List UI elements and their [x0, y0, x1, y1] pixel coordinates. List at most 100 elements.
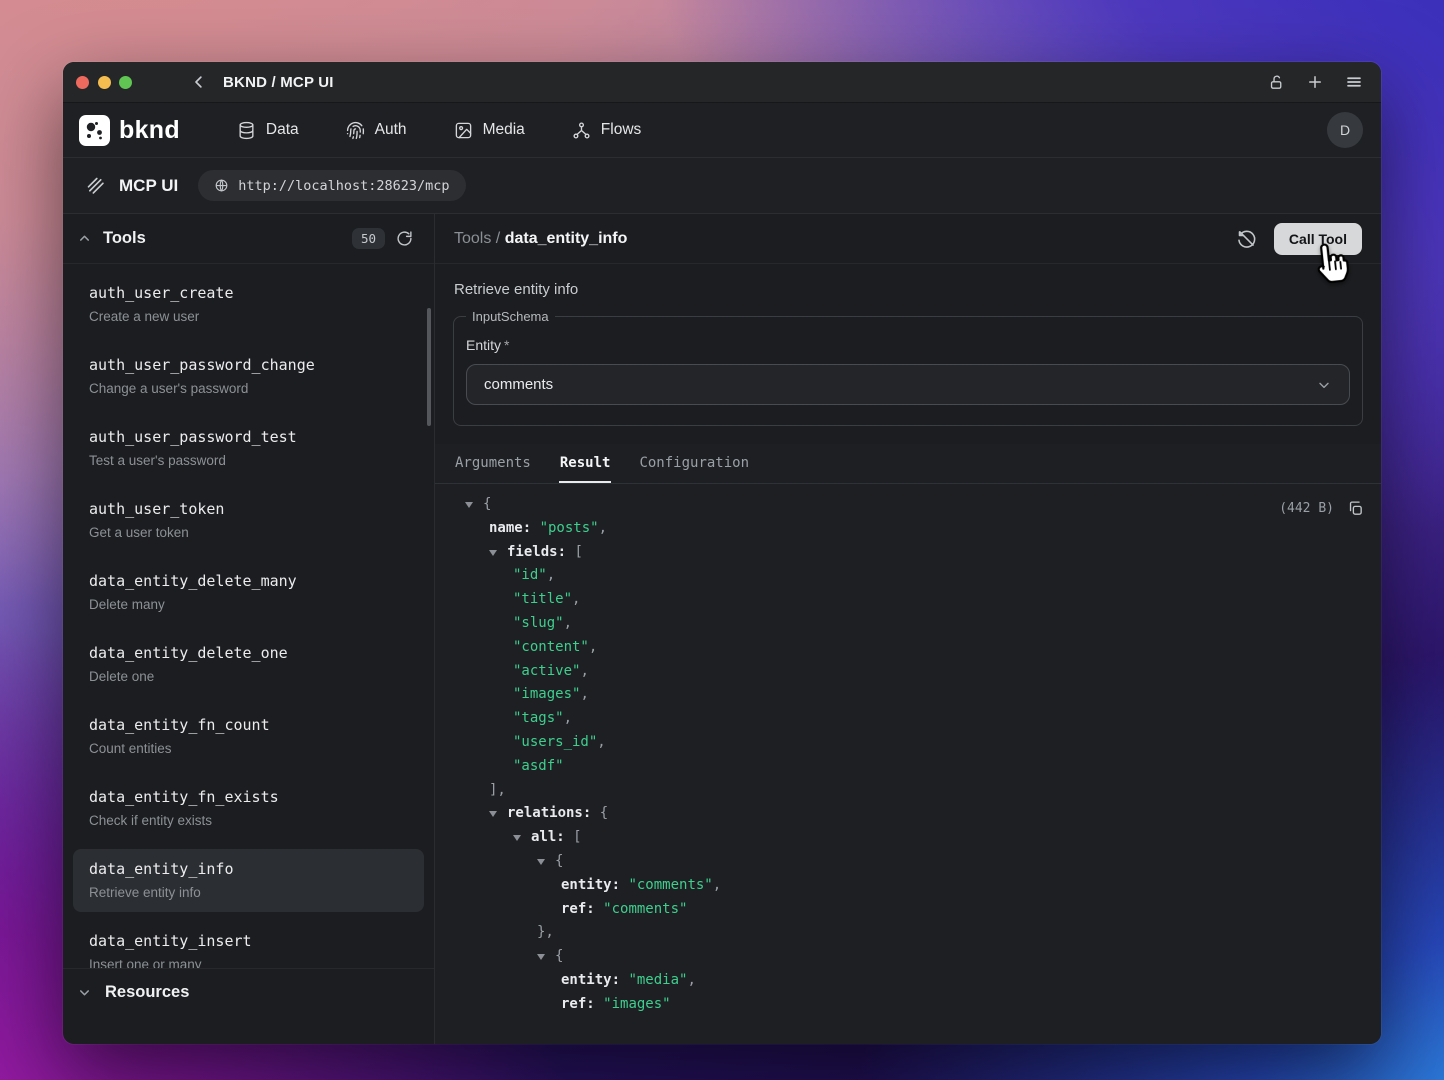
- sidebar-item-data_entity_insert[interactable]: data_entity_insert Insert one or many: [73, 921, 424, 968]
- tool-description: Count entities: [89, 740, 408, 758]
- result-panel: ArgumentsResultConfiguration (442 B) {na…: [435, 444, 1381, 1044]
- tool-name: auth_user_password_change: [89, 355, 408, 376]
- mcp-bar: MCP UI http://localhost:28623/mcp: [63, 158, 1381, 214]
- nav-item-flows[interactable]: Flows: [572, 121, 641, 140]
- sidebar-item-data_entity_delete_many[interactable]: data_entity_delete_many Delete many: [73, 561, 424, 624]
- tool-summary: Retrieve entity info: [454, 281, 1362, 298]
- minimize-button[interactable]: [98, 76, 111, 89]
- tool-name: data_entity_fn_count: [89, 715, 408, 736]
- window-title: BKND / MCP UI: [223, 74, 334, 91]
- collapse-triangle-icon[interactable]: [513, 826, 531, 850]
- nav-item-label: Flows: [601, 121, 641, 139]
- input-schema-legend: InputSchema: [466, 309, 555, 324]
- tool-description: Delete many: [89, 596, 408, 614]
- sidebar-item-auth_user_password_change[interactable]: auth_user_password_change Change a user'…: [73, 345, 424, 408]
- brand-logo[interactable]: bknd: [79, 115, 180, 146]
- entity-select-value: comments: [484, 376, 553, 393]
- copy-button[interactable]: [1347, 500, 1364, 517]
- tab-arguments[interactable]: Arguments: [454, 444, 532, 483]
- tool-name: auth_user_password_test: [89, 427, 408, 448]
- resources-section-header[interactable]: Resources: [63, 968, 434, 1016]
- entity-select[interactable]: comments: [466, 364, 1350, 405]
- json-line: "asdf": [465, 755, 1381, 779]
- call-tool-button[interactable]: Call Tool: [1274, 223, 1362, 255]
- tab-result[interactable]: Result: [559, 444, 612, 483]
- lock-button[interactable]: [1268, 74, 1285, 91]
- zoom-button[interactable]: [119, 76, 132, 89]
- refresh-button[interactable]: [396, 230, 413, 247]
- globe-icon: [214, 178, 229, 193]
- nav-items: Data Auth Media Flows: [237, 121, 641, 140]
- tools-count-badge: 50: [352, 228, 385, 249]
- mcp-ui-label: MCP UI: [119, 176, 178, 196]
- back-button[interactable]: [190, 73, 208, 91]
- app-window: BKND / MCP UI bknd: [63, 62, 1381, 1044]
- collapse-triangle-icon[interactable]: [489, 541, 507, 565]
- tool-description: Check if entity exists: [89, 812, 408, 830]
- nav-item-auth[interactable]: Auth: [346, 121, 407, 140]
- sidebar-scrollbar[interactable]: [427, 308, 431, 426]
- result-size-badge: (442 B): [1279, 497, 1334, 521]
- tool-description: Delete one: [89, 668, 408, 686]
- sidebar-item-data_entity_info[interactable]: data_entity_info Retrieve entity info: [73, 849, 424, 912]
- json-line: "slug",: [465, 612, 1381, 636]
- user-avatar[interactable]: D: [1327, 112, 1363, 148]
- tool-name: data_entity_fn_exists: [89, 787, 408, 808]
- nav-item-media[interactable]: Media: [454, 121, 525, 140]
- nav-item-data[interactable]: Data: [237, 121, 299, 140]
- tool-name: data_entity_delete_many: [89, 571, 408, 592]
- chevron-down-icon: [77, 985, 92, 1000]
- chevron-down-icon: [1316, 377, 1332, 393]
- tab-configuration[interactable]: Configuration: [638, 444, 750, 483]
- close-button[interactable]: [76, 76, 89, 89]
- mcp-url: http://localhost:28623/mcp: [238, 178, 449, 194]
- database-icon: [237, 121, 256, 140]
- sidebar-item-data_entity_fn_exists[interactable]: data_entity_fn_exists Check if entity ex…: [73, 777, 424, 840]
- collapse-triangle-icon[interactable]: [537, 850, 555, 874]
- entity-label-text: Entity: [466, 337, 501, 353]
- refresh-icon: [396, 230, 413, 247]
- hamburger-menu-icon: [1345, 73, 1363, 91]
- sidebar-item-data_entity_delete_one[interactable]: data_entity_delete_one Delete one: [73, 633, 424, 696]
- json-line: "tags",: [465, 707, 1381, 731]
- sidebar-item-auth_user_password_test[interactable]: auth_user_password_test Test a user's pa…: [73, 417, 424, 480]
- tools-sidebar: Tools 50 auth_user_create Create a new u…: [63, 214, 435, 1044]
- collapse-triangle-icon[interactable]: [537, 945, 555, 969]
- json-line: ref: "images": [465, 993, 1381, 1017]
- nav-item-label: Media: [483, 121, 525, 139]
- unlock-icon: [1268, 74, 1285, 91]
- breadcrumb-separator: /: [491, 230, 504, 247]
- tool-description: Create a new user: [89, 308, 408, 326]
- json-line: "images",: [465, 683, 1381, 707]
- mcp-url-pill[interactable]: http://localhost:28623/mcp: [198, 170, 465, 201]
- result-meta: (442 B): [1279, 497, 1364, 521]
- tools-section-header[interactable]: Tools 50: [63, 214, 434, 264]
- avatar-initial: D: [1340, 122, 1350, 138]
- tool-description: Change a user's password: [89, 380, 408, 398]
- json-line: entity: "comments",: [465, 874, 1381, 898]
- menu-button[interactable]: [1345, 73, 1363, 91]
- content-area: Tools 50 auth_user_create Create a new u…: [63, 214, 1381, 1044]
- sidebar-item-data_entity_fn_count[interactable]: data_entity_fn_count Count entities: [73, 705, 424, 768]
- sidebar-item-auth_user_create[interactable]: auth_user_create Create a new user: [73, 273, 424, 336]
- chevron-left-icon: [190, 73, 208, 91]
- layers-icon: [85, 175, 106, 196]
- new-tab-button[interactable]: [1306, 73, 1324, 91]
- title-bar: BKND / MCP UI: [63, 62, 1381, 103]
- history-toggle-button[interactable]: [1236, 228, 1257, 249]
- brand-name: bknd: [119, 116, 180, 145]
- json-line: "title",: [465, 588, 1381, 612]
- plus-icon: [1306, 73, 1324, 91]
- tool-description: Test a user's password: [89, 452, 408, 470]
- json-line: {: [465, 850, 1381, 874]
- history-off-icon: [1236, 228, 1257, 249]
- json-line: ],: [465, 779, 1381, 803]
- breadcrumb-section[interactable]: Tools: [454, 230, 491, 247]
- tool-name: data_entity_info: [89, 859, 408, 880]
- sidebar-item-auth_user_token[interactable]: auth_user_token Get a user token: [73, 489, 424, 552]
- tools-list: auth_user_create Create a new user auth_…: [63, 264, 434, 968]
- chevron-up-icon: [77, 231, 92, 246]
- collapse-triangle-icon[interactable]: [465, 493, 483, 517]
- collapse-triangle-icon[interactable]: [489, 802, 507, 826]
- tool-description: Get a user token: [89, 524, 408, 542]
